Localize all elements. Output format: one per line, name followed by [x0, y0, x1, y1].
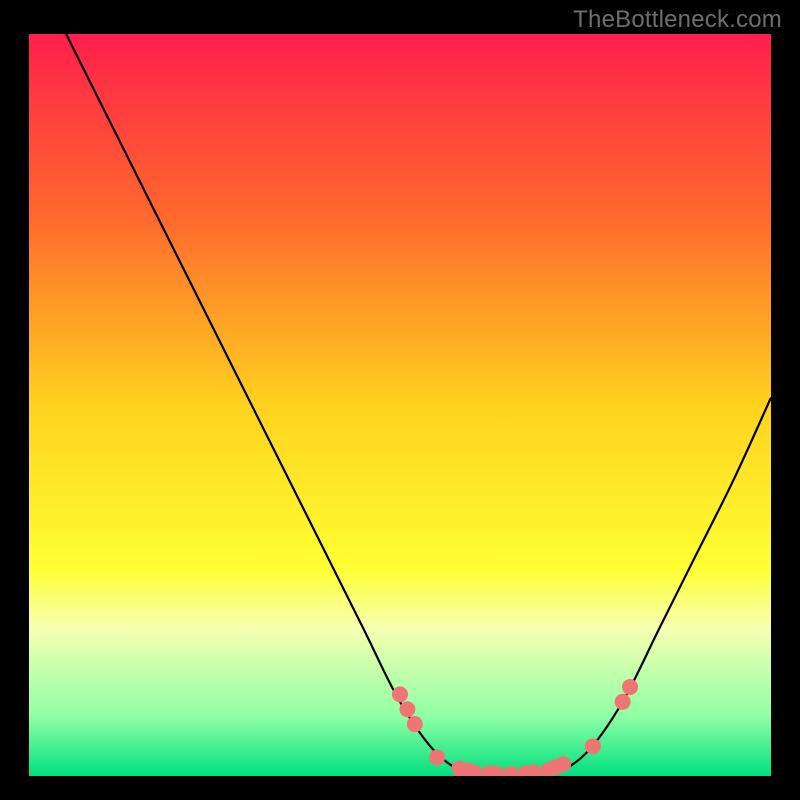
data-marker [429, 749, 445, 765]
data-marker [615, 694, 631, 710]
data-marker [585, 738, 601, 754]
data-marker [555, 756, 571, 772]
gradient-background [29, 34, 771, 776]
data-marker [392, 686, 408, 702]
data-marker [622, 679, 638, 695]
data-marker [407, 716, 423, 732]
data-marker [399, 701, 415, 717]
watermark-text: TheBottleneck.com [573, 6, 782, 34]
chart-frame: TheBottleneck.com [0, 0, 800, 800]
plot-svg [29, 34, 771, 776]
plot-area [29, 34, 771, 776]
